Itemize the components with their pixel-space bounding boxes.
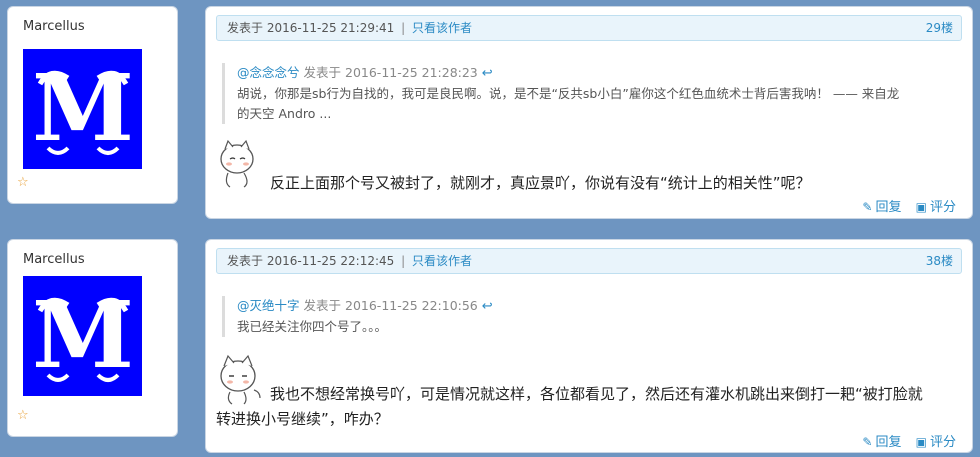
author-card: Marcellus M ☆	[7, 6, 178, 204]
author-card: Marcellus M ☆	[7, 239, 178, 437]
rate-button[interactable]: ▣ 评分	[916, 196, 956, 215]
post-content: 反正上面那个号又被封了，就刚才，真应景吖，你说有没有“统计上的相关性”呢？	[270, 171, 811, 196]
star-icon[interactable]: ☆	[17, 175, 29, 190]
floor-number[interactable]: 29楼	[926, 16, 953, 40]
post-meta-bar: 发表于 2016-11-25 21:29:41 | 只看该作者 29楼	[216, 15, 962, 41]
rate-icon: ▣	[915, 200, 927, 214]
author-name[interactable]: Marcellus	[23, 19, 85, 34]
rate-icon: ▣	[915, 435, 927, 449]
rate-label: 评分	[929, 200, 956, 215]
svg-text:M: M	[32, 54, 134, 162]
post-content-line: 转进换小号继续”，咋办？	[216, 410, 389, 428]
quote-user[interactable]: @灭绝十字	[237, 298, 300, 313]
post-meta-bar: 发表于 2016-11-25 22:12:45 | 只看该作者 38楼	[216, 248, 962, 274]
quote-prefix: 发表于	[303, 65, 342, 80]
avatar[interactable]: M	[23, 49, 142, 169]
letter-m-avatar-icon: M	[32, 281, 134, 389]
quote-user[interactable]: @念念念兮	[237, 65, 300, 80]
post-actions: ✎ 回复 ▣ 评分	[862, 431, 956, 450]
quote-block: @念念念兮 发表于 2016-11-25 21:28:23 ↩ 胡说，你那是sb…	[222, 63, 942, 124]
rate-button[interactable]: ▣ 评分	[916, 431, 956, 450]
emoticon-icon	[220, 139, 254, 188]
posted-prefix: 发表于	[227, 21, 264, 35]
reply-arrow-icon[interactable]: ↩	[482, 299, 493, 314]
post-content-line: 我也不想经常换号吖，可是情况就这样，各位都看见了，然后还有灌水机跳出来倒打一耙“…	[270, 385, 923, 403]
reply-button[interactable]: ✎ 回复	[862, 196, 901, 215]
star-icon[interactable]: ☆	[17, 408, 29, 423]
separator: |	[401, 254, 406, 268]
pencil-icon: ✎	[862, 435, 873, 449]
quote-time: 2016-11-25 21:28:23	[345, 65, 478, 80]
only-author-link[interactable]: 只看该作者	[412, 254, 472, 268]
reply-label: 回复	[875, 435, 902, 450]
post-content-line: 反正上面那个号又被封了，就刚才，真应景吖，你说有没有“统计上的相关性”呢？	[270, 174, 811, 192]
posted-time: 2016-11-25 22:12:45	[266, 254, 395, 268]
separator: |	[401, 21, 406, 35]
floor-number[interactable]: 38楼	[926, 249, 953, 273]
reply-button[interactable]: ✎ 回复	[862, 431, 901, 450]
post-content: 我也不想经常换号吖，可是情况就这样，各位都看见了，然后还有灌水机跳出来倒打一耙“…	[216, 382, 923, 432]
posted-time: 2016-11-25 21:29:41	[266, 21, 395, 35]
post-card: 发表于 2016-11-25 22:12:45 | 只看该作者 38楼 @灭绝十…	[205, 239, 973, 453]
quote-text-line: 的天空 Andro ...	[237, 106, 332, 121]
post-actions: ✎ 回复 ▣ 评分	[862, 196, 956, 215]
quote-block: @灭绝十字 发表于 2016-11-25 22:10:56 ↩ 我已经关注你四个…	[222, 296, 942, 337]
pencil-icon: ✎	[862, 200, 873, 214]
posted-prefix: 发表于	[227, 254, 264, 268]
emoticon-icon	[220, 354, 261, 405]
quote-text-line: 胡说，你那是sb行为自找的，我可是良民啊。说，是不是“反共sb小白”雇你这个红色…	[237, 86, 900, 101]
post-card: 发表于 2016-11-25 21:29:41 | 只看该作者 29楼 @念念念…	[205, 6, 973, 219]
avatar[interactable]: M	[23, 276, 142, 396]
rate-label: 评分	[929, 435, 956, 450]
reply-arrow-icon[interactable]: ↩	[482, 66, 493, 81]
reply-label: 回复	[875, 200, 902, 215]
svg-text:M: M	[32, 281, 134, 389]
only-author-link[interactable]: 只看该作者	[412, 21, 472, 35]
quote-time: 2016-11-25 22:10:56	[345, 298, 478, 313]
letter-m-avatar-icon: M	[32, 54, 134, 162]
author-name[interactable]: Marcellus	[23, 252, 85, 267]
quote-prefix: 发表于	[303, 298, 342, 313]
quote-text-line: 我已经关注你四个号了。。。	[237, 319, 388, 334]
